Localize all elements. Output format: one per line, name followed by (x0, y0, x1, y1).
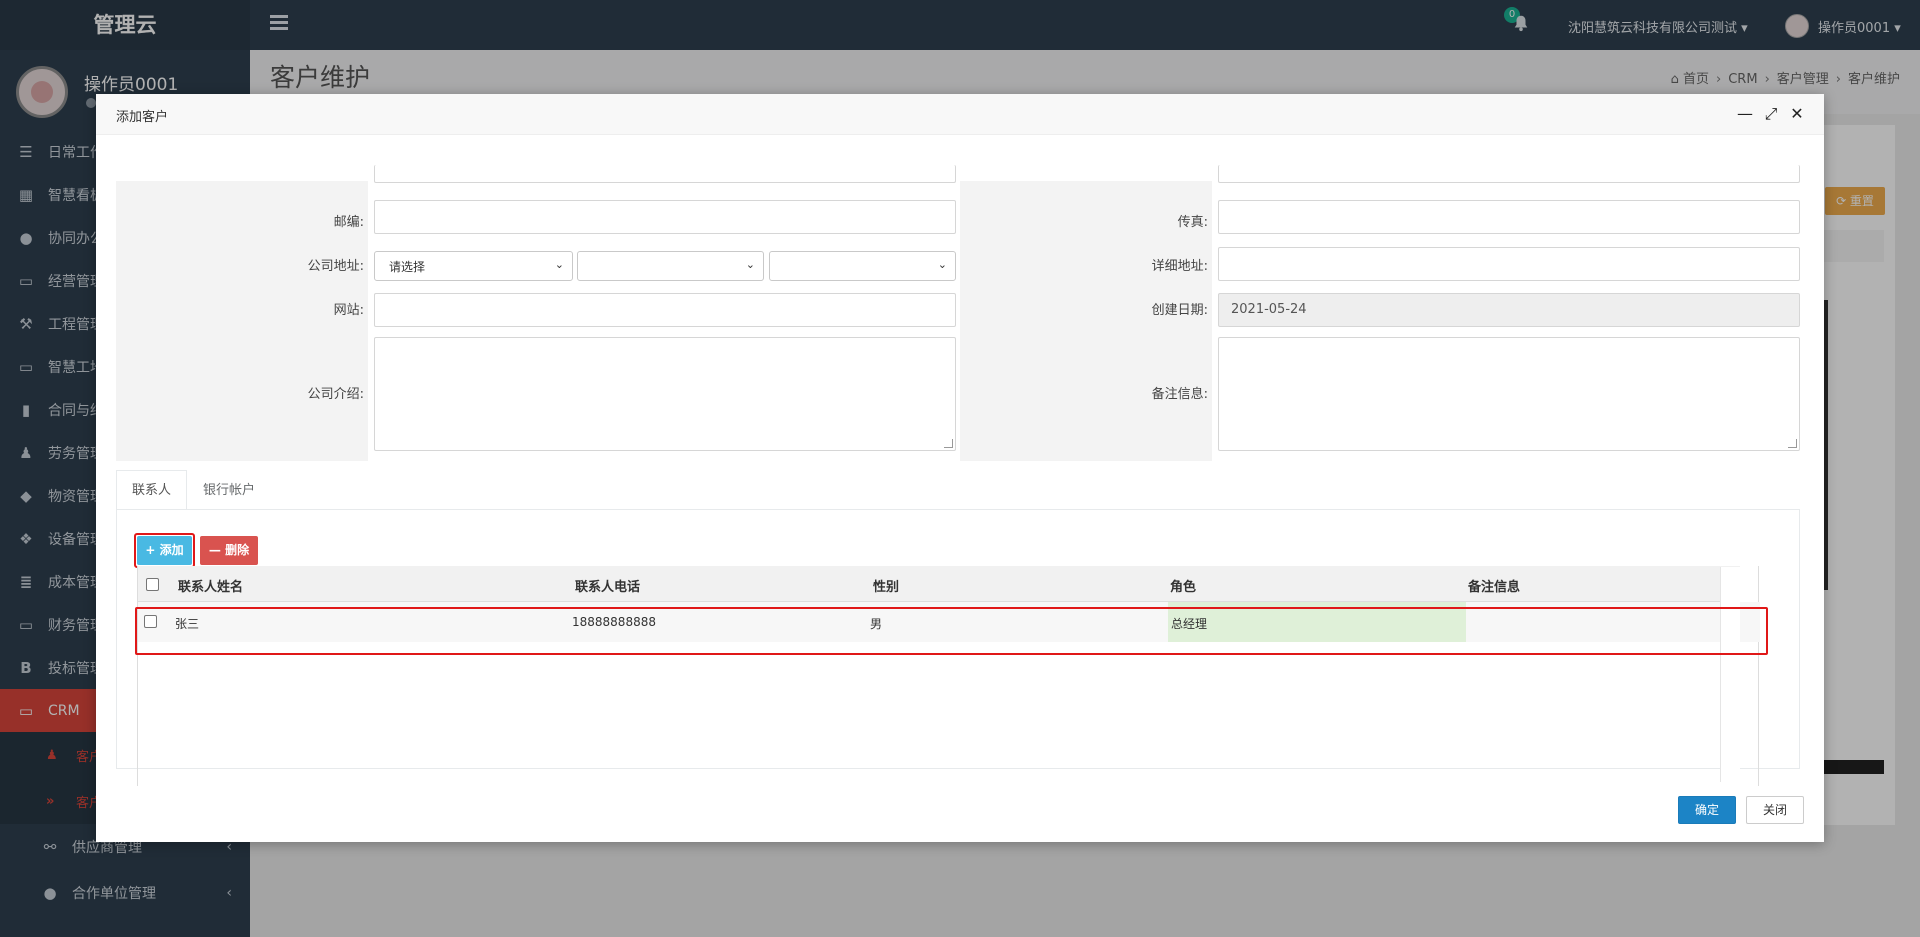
chevron-down-icon: ⌄ (554, 258, 564, 271)
confirm-button[interactable]: 确定 (1678, 796, 1736, 824)
contacts-table: 联系人姓名 联系人电话 性别 角色 备注信息 张三 18888888888 男 … (137, 566, 1760, 786)
detail-tabs: 联系人 银行帐户 (116, 470, 271, 510)
city-select[interactable]: ⌄ (577, 251, 764, 281)
remark-label: 备注信息: (1151, 387, 1208, 402)
intro-textarea[interactable] (374, 337, 956, 451)
delete-contact-button[interactable]: — 删除 (200, 536, 258, 565)
website-label: 网站: (333, 303, 364, 318)
add-customer-modal: 添加客户 — ⤢ ✕ 邮编: 传真: 公司地址: 请选择 ⌄ ⌄ ⌄ 详细地址: … (96, 94, 1824, 842)
scrolled-input[interactable] (1218, 165, 1800, 183)
province-select[interactable]: 请选择 ⌄ (374, 251, 573, 281)
intro-label: 公司介绍: (307, 387, 364, 402)
column-header-gender[interactable]: 性别 (873, 576, 899, 595)
chevron-down-icon: ⌄ (745, 258, 755, 271)
modal-header: 添加客户 — ⤢ ✕ (96, 94, 1824, 135)
column-header-phone[interactable]: 联系人电话 (575, 576, 640, 595)
column-header-remark[interactable]: 备注信息 (1468, 576, 1520, 595)
remark-textarea[interactable] (1218, 337, 1800, 451)
highlight-outline-row (135, 607, 1768, 655)
maximize-icon[interactable]: ⤢ (1758, 102, 1784, 126)
fax-label: 传真: (1177, 215, 1208, 230)
column-header-name[interactable]: 联系人姓名 (178, 576, 243, 595)
highlight-outline-add (134, 533, 195, 568)
detail-address-field[interactable] (1218, 247, 1800, 281)
tab-bank-accounts[interactable]: 银行帐户 (187, 470, 271, 510)
modal-footer: 确定 关闭 (96, 786, 1824, 842)
modal-title: 添加客户 (116, 110, 169, 125)
tab-contacts[interactable]: 联系人 (116, 470, 188, 510)
created-date-field: 2021-05-24 (1218, 293, 1800, 327)
website-field[interactable] (374, 293, 956, 327)
fax-field[interactable] (1218, 200, 1800, 234)
select-all-checkbox[interactable] (146, 578, 159, 591)
close-button[interactable]: 关闭 (1746, 796, 1804, 824)
close-icon[interactable]: ✕ (1784, 102, 1810, 126)
table-scrollbar[interactable] (1720, 567, 1740, 782)
address-label: 公司地址: (307, 259, 364, 274)
postcode-label: 邮编: (333, 215, 364, 230)
scrolled-input[interactable] (374, 165, 956, 183)
postcode-field[interactable] (374, 200, 956, 234)
created-date-label: 创建日期: (1151, 303, 1208, 318)
table-header: 联系人姓名 联系人电话 性别 角色 备注信息 (138, 566, 1740, 602)
modal-tools: — ⤢ ✕ (1732, 102, 1810, 126)
minimize-icon[interactable]: — (1732, 102, 1758, 126)
chevron-down-icon: ⌄ (937, 258, 947, 271)
column-header-role[interactable]: 角色 (1170, 576, 1196, 595)
district-select[interactable]: ⌄ (769, 251, 956, 281)
detail-address-label: 详细地址: (1151, 259, 1208, 274)
